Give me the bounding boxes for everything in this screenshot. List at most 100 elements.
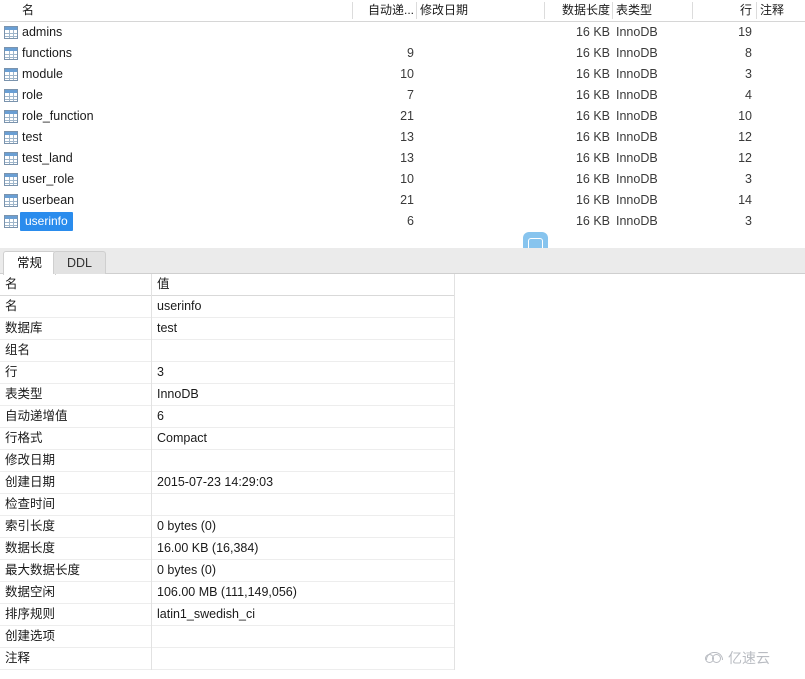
property-column-divider[interactable] [151, 340, 152, 362]
property-row[interactable]: 行3 [0, 362, 455, 384]
cell-rows[interactable]: 12 [700, 148, 752, 169]
cell-data_len[interactable]: 16 KB [548, 211, 610, 232]
cell-engine[interactable]: InnoDB [616, 148, 686, 169]
cell-data_len[interactable]: 16 KB [548, 22, 610, 43]
cell-data_len[interactable]: 16 KB [548, 127, 610, 148]
cell-comment[interactable] [760, 22, 802, 43]
property-value[interactable]: 16.00 KB (16,384) [157, 538, 451, 559]
cell-auto_inc[interactable]: 13 [356, 148, 414, 169]
table-row[interactable]: test_land 13 16 KB InnoDB 12 [0, 148, 805, 169]
property-value[interactable] [157, 494, 451, 515]
column-header-comment[interactable]: 注释 [760, 0, 802, 21]
column-divider-4[interactable] [692, 2, 693, 19]
property-row[interactable]: 名 userinfo [0, 296, 455, 318]
property-column-divider[interactable] [151, 538, 152, 560]
cell-rows[interactable]: 10 [700, 106, 752, 127]
cell-modified[interactable] [420, 64, 550, 85]
property-row[interactable]: 表类型 InnoDB [0, 384, 455, 406]
property-column-divider[interactable] [151, 362, 152, 384]
cell-auto_inc[interactable]: 13 [356, 127, 414, 148]
cell-modified[interactable] [420, 43, 550, 64]
column-header-name[interactable]: 名 [22, 0, 352, 21]
property-row[interactable]: 排序规则 latin1_swedish_ci [0, 604, 455, 626]
cell-rows[interactable]: 3 [700, 211, 752, 232]
cell-auto_inc[interactable]: 9 [356, 43, 414, 64]
cell-name[interactable]: role_function [22, 106, 352, 127]
property-row[interactable]: 创建日期 2015-07-23 14:29:03 [0, 472, 455, 494]
property-value[interactable] [157, 648, 451, 669]
column-header-data_len[interactable]: 数据长度 [548, 0, 610, 21]
cell-comment[interactable] [760, 43, 802, 64]
property-value[interactable]: 值 [157, 274, 451, 295]
cell-data_len[interactable]: 16 KB [548, 106, 610, 127]
cell-modified[interactable] [420, 211, 550, 232]
property-value[interactable] [157, 626, 451, 647]
property-column-divider[interactable] [151, 384, 152, 406]
cell-data_len[interactable]: 16 KB [548, 64, 610, 85]
property-column-divider[interactable] [151, 450, 152, 472]
property-header-row[interactable]: 名值 [0, 274, 455, 296]
table-properties-panel[interactable]: 名值名 userinfo 数据库 test 组名行 3 表类型 InnoDB 自动递增值 6 行格式… [0, 274, 455, 670]
cell-comment[interactable] [760, 64, 802, 85]
column-header-rows[interactable]: 行 [700, 0, 752, 21]
cell-comment[interactable] [760, 127, 802, 148]
cell-name[interactable]: functions [22, 43, 352, 64]
table-row[interactable]: role 7 16 KB InnoDB 4 [0, 85, 805, 106]
property-column-divider[interactable] [151, 626, 152, 648]
column-divider-3[interactable] [612, 2, 613, 19]
property-value[interactable] [157, 340, 451, 361]
cell-rows[interactable]: 19 [700, 22, 752, 43]
property-row[interactable]: 最大数据长度 0 bytes (0) [0, 560, 455, 582]
table-row[interactable]: role_function 21 16 KB InnoDB 10 [0, 106, 805, 127]
cell-engine[interactable]: InnoDB [616, 85, 686, 106]
property-row[interactable]: 组名 [0, 340, 455, 362]
property-value[interactable]: userinfo [157, 296, 451, 317]
property-row[interactable]: 数据空闲 106.00 MB (111,149,056) [0, 582, 455, 604]
table-row[interactable]: user_role 10 16 KB InnoDB 3 [0, 169, 805, 190]
property-column-divider[interactable] [151, 516, 152, 538]
property-value[interactable]: 3 [157, 362, 451, 383]
cell-engine[interactable]: InnoDB [616, 22, 686, 43]
cell-modified[interactable] [420, 169, 550, 190]
cell-engine[interactable]: InnoDB [616, 43, 686, 64]
property-column-divider[interactable] [151, 472, 152, 494]
property-column-divider[interactable] [151, 296, 152, 318]
cell-modified[interactable] [420, 148, 550, 169]
cell-rows[interactable]: 12 [700, 127, 752, 148]
cell-modified[interactable] [420, 127, 550, 148]
cell-modified[interactable] [420, 22, 550, 43]
property-value[interactable]: 0 bytes (0) [157, 516, 451, 537]
property-value[interactable]: latin1_swedish_ci [157, 604, 451, 625]
column-divider-0[interactable] [352, 2, 353, 19]
tab-ddl[interactable]: DDL [53, 251, 107, 274]
table-row[interactable]: module 10 16 KB InnoDB 3 [0, 64, 805, 85]
property-value[interactable]: test [157, 318, 451, 339]
cell-rows[interactable]: 3 [700, 169, 752, 190]
column-divider-5[interactable] [756, 2, 757, 19]
cell-name[interactable]: user_role [22, 169, 352, 190]
cell-engine[interactable]: InnoDB [616, 106, 686, 127]
cell-engine[interactable]: InnoDB [616, 64, 686, 85]
cell-comment[interactable] [760, 148, 802, 169]
cell-data_len[interactable]: 16 KB [548, 169, 610, 190]
property-row[interactable]: 创建选项 [0, 626, 455, 648]
cell-data_len[interactable]: 16 KB [548, 190, 610, 211]
cell-auto_inc[interactable]: 10 [356, 64, 414, 85]
property-value[interactable]: 106.00 MB (111,149,056) [157, 582, 451, 603]
cell-rows[interactable]: 3 [700, 64, 752, 85]
column-header-engine[interactable]: 表类型 [616, 0, 686, 21]
cell-auto_inc[interactable]: 10 [356, 169, 414, 190]
property-row[interactable]: 行格式 Compact [0, 428, 455, 450]
cell-auto_inc[interactable]: 7 [356, 85, 414, 106]
table-row[interactable]: functions 9 16 KB InnoDB 8 [0, 43, 805, 64]
property-column-divider[interactable] [151, 406, 152, 428]
cell-auto_inc[interactable]: 6 [356, 211, 414, 232]
cell-data_len[interactable]: 16 KB [548, 43, 610, 64]
property-column-divider[interactable] [151, 428, 152, 450]
cell-name[interactable]: role [22, 85, 352, 106]
details-tabstrip[interactable]: 常规 DDL [0, 248, 805, 275]
cell-comment[interactable] [760, 211, 802, 232]
cell-modified[interactable] [420, 85, 550, 106]
cell-auto_inc[interactable]: 21 [356, 106, 414, 127]
column-divider-2[interactable] [544, 2, 545, 19]
